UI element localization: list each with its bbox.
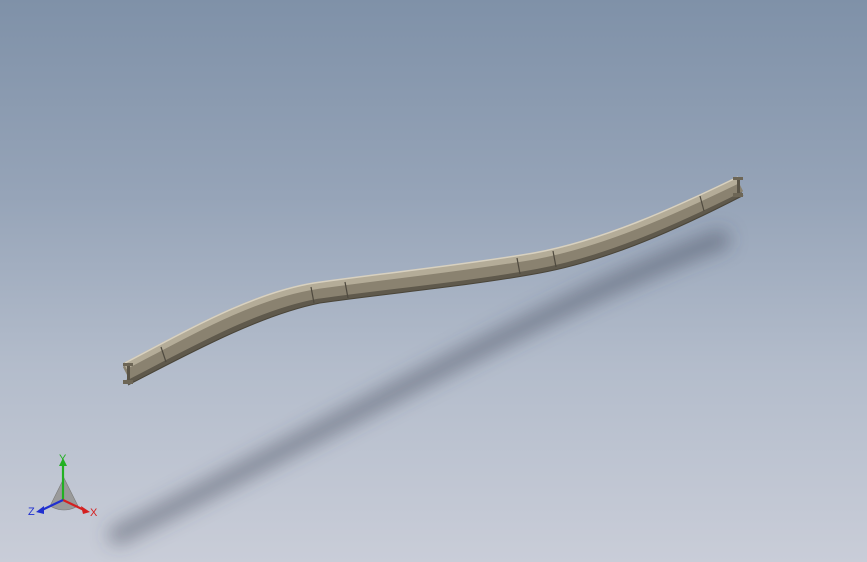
y-axis-label: Y bbox=[59, 453, 67, 465]
z-axis-label: Z bbox=[28, 506, 35, 518]
x-axis-arrow bbox=[81, 506, 90, 514]
graphics-viewport[interactable]: Y X Z bbox=[0, 0, 867, 562]
x-axis-label: X bbox=[90, 507, 98, 519]
model-canvas[interactable] bbox=[0, 0, 867, 562]
reference-triad: Y X Z bbox=[28, 453, 98, 519]
z-axis-arrow bbox=[36, 506, 44, 514]
curved-i-beam-rail[interactable] bbox=[122, 176, 744, 386]
